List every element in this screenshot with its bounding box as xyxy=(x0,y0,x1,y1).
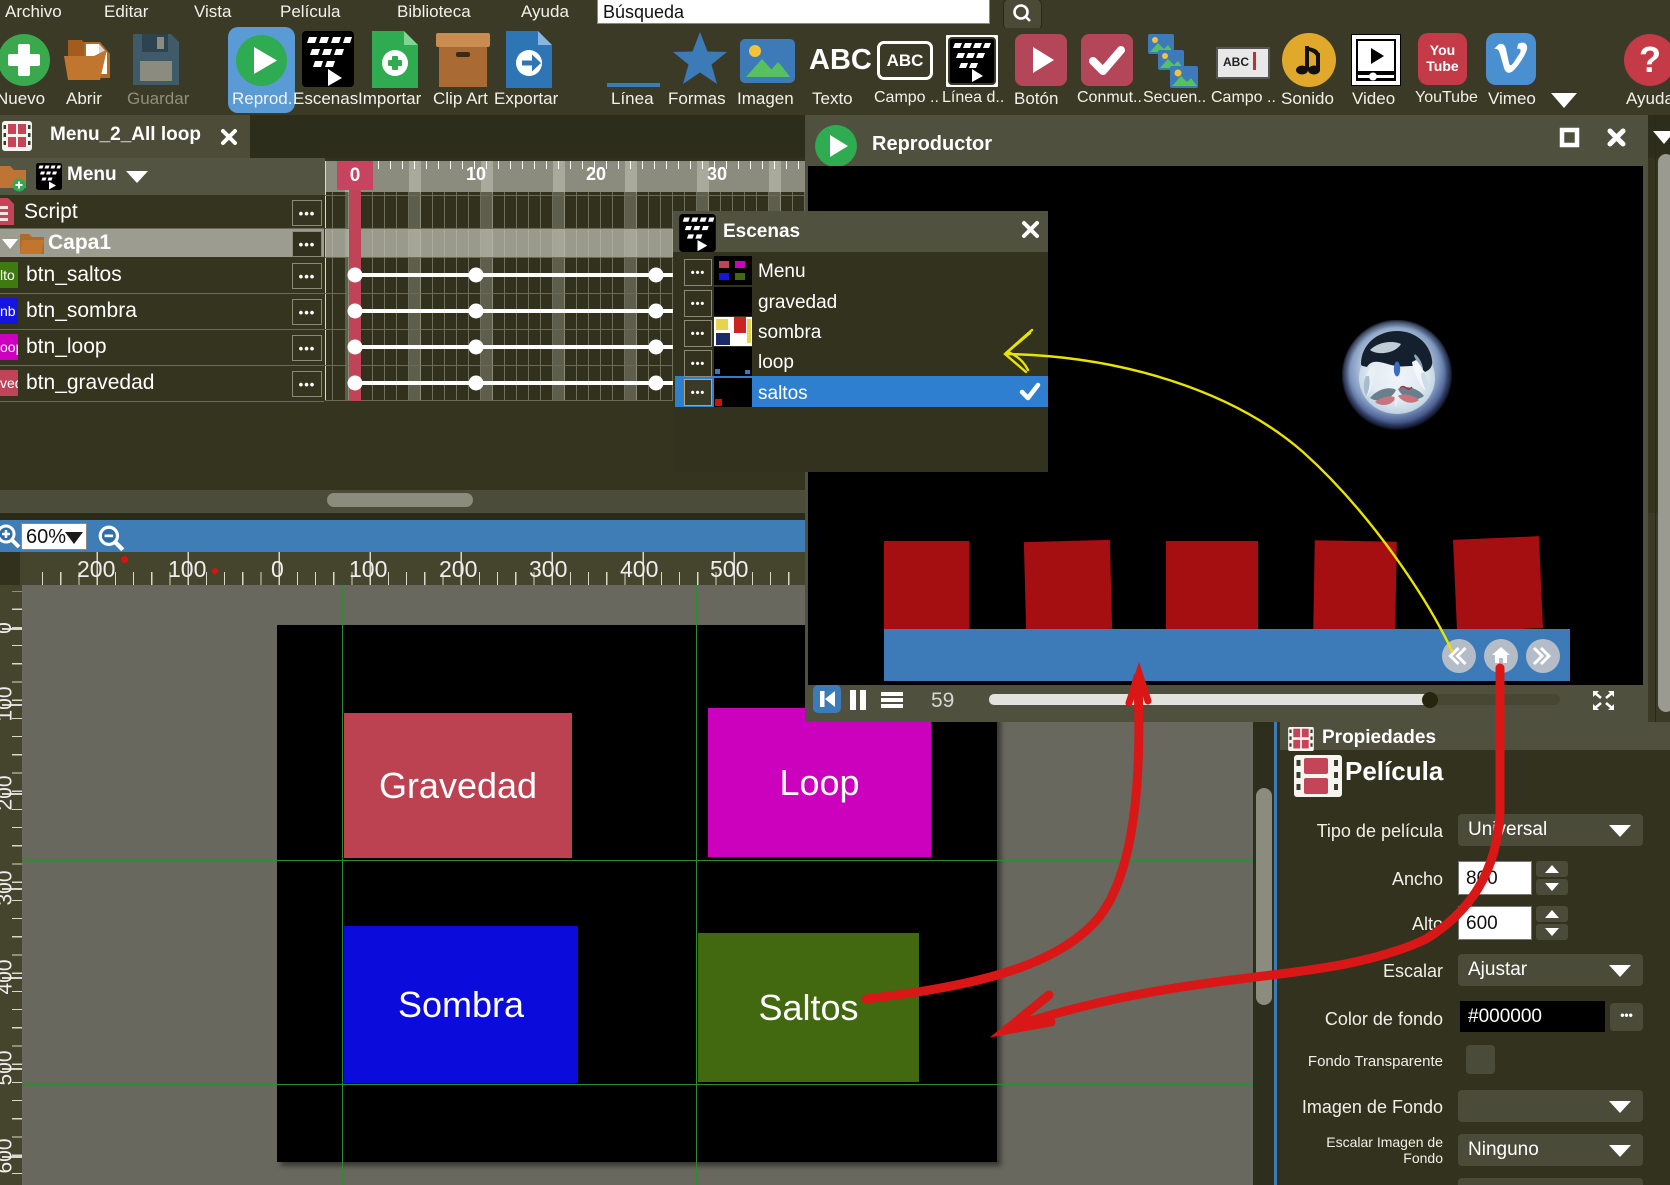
svg-text:You: You xyxy=(1430,42,1455,58)
svg-text:Tube: Tube xyxy=(1426,58,1459,74)
svg-text:?: ? xyxy=(1639,39,1661,80)
